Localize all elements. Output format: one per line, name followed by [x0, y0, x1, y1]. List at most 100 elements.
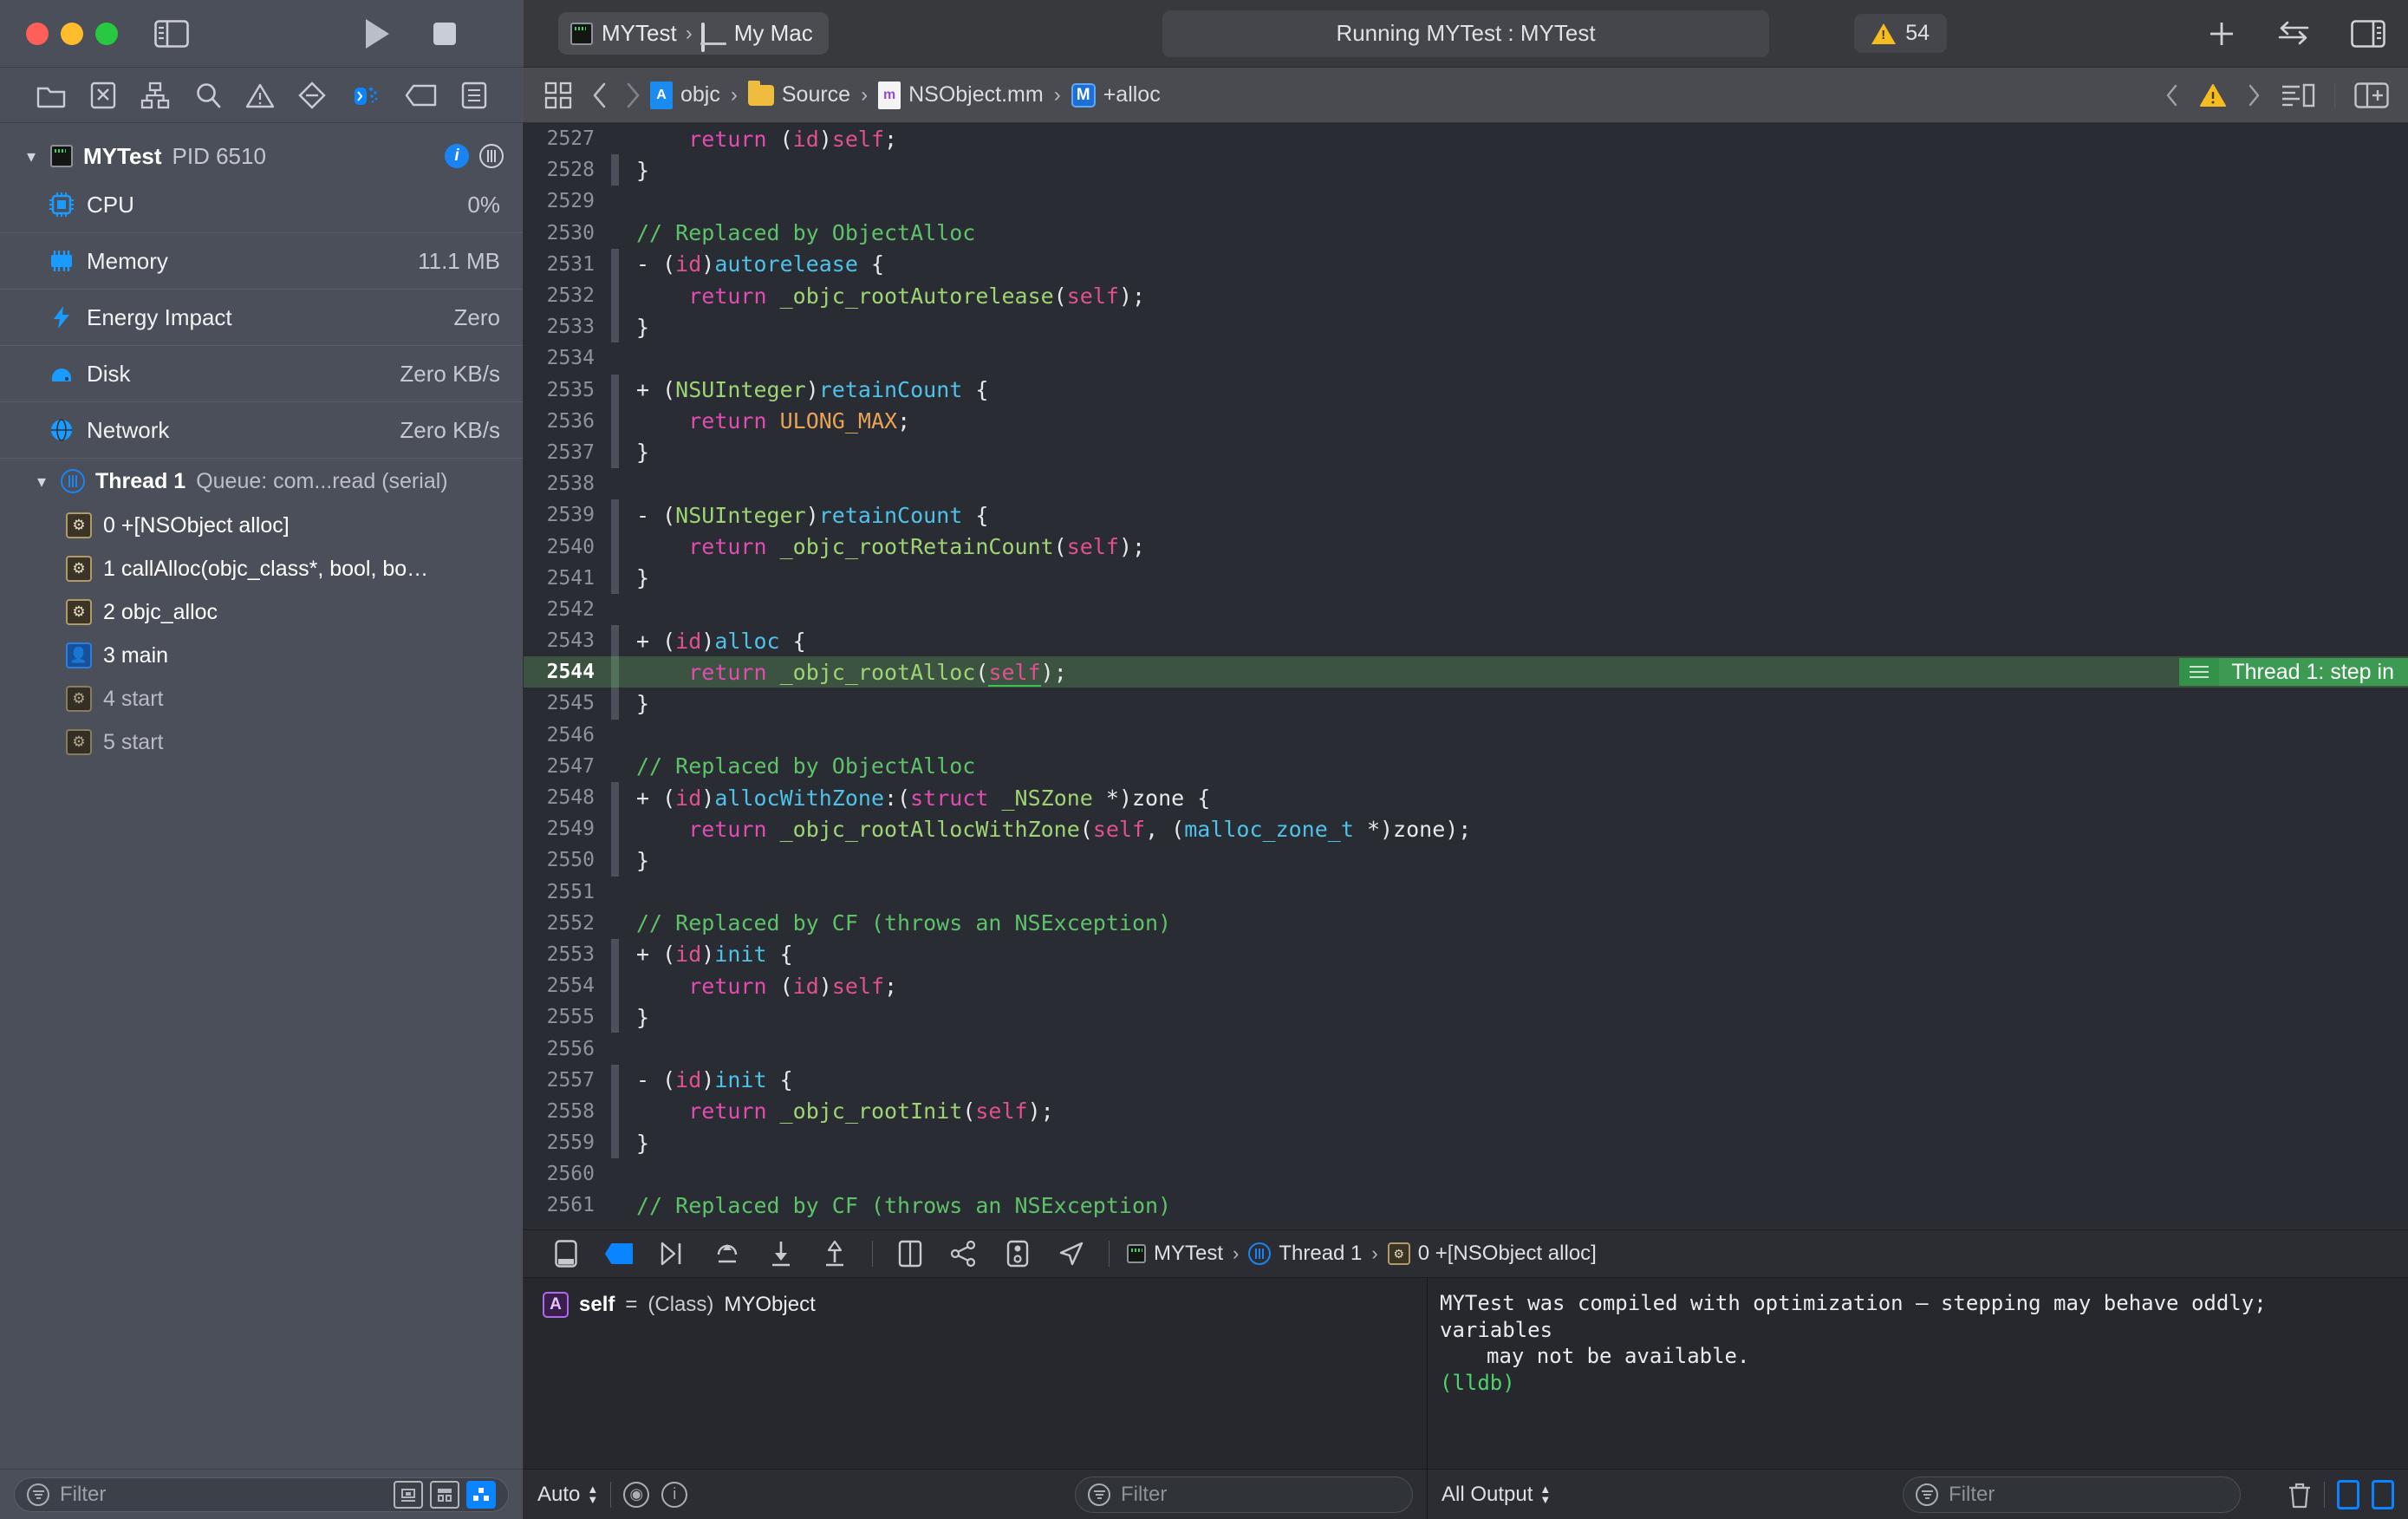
code-line[interactable]: 2547 // Replaced by ObjectAlloc — [524, 751, 2408, 782]
gutter-fold-bar[interactable] — [610, 1190, 621, 1221]
code-line[interactable]: 2538 — [524, 468, 2408, 499]
minimize-window-button[interactable] — [61, 22, 83, 45]
code-line[interactable]: 2536 return ULONG_MAX; — [524, 405, 2408, 438]
gutter-fold-bar[interactable] — [610, 688, 621, 720]
gauge-row-cpu[interactable]: CPU 0% — [0, 177, 523, 233]
eye-icon[interactable]: ◉ — [623, 1481, 650, 1508]
stack-frame-row[interactable]: ⚙ 4 start — [0, 677, 523, 720]
gutter-fold-bar[interactable] — [610, 186, 621, 217]
chevron-down-icon[interactable]: ▾ — [23, 146, 40, 167]
code-line[interactable]: 2556 — [524, 1033, 2408, 1064]
threads-view-icon[interactable] — [479, 144, 504, 168]
view-debugger-icon[interactable] — [883, 1240, 937, 1268]
stack-frame-row[interactable]: ⚙ 0 +[NSObject alloc] — [0, 504, 523, 547]
show-only-crashed-icon[interactable] — [394, 1480, 423, 1509]
trash-icon[interactable] — [2288, 1481, 2312, 1509]
gutter-fold-bar[interactable] — [610, 908, 621, 939]
folder-icon[interactable] — [36, 82, 66, 108]
gutter-fold-bar[interactable] — [610, 248, 621, 281]
add-editor-icon[interactable] — [2354, 81, 2389, 108]
code-line[interactable]: 2539 - (NSUInteger)retainCount { — [524, 499, 2408, 531]
debug-crumb-thread[interactable]: Thread 1 — [1248, 1242, 1362, 1266]
stop-button[interactable] — [432, 21, 458, 47]
process-row[interactable]: ▾ MYTest PID 6510 i — [0, 135, 523, 177]
code-line[interactable]: 2541} — [524, 562, 2408, 595]
gauge-row-network[interactable]: Network Zero KB/s — [0, 402, 523, 459]
previous-issue-button[interactable] — [2164, 83, 2180, 108]
variable-row[interactable]: A self = (Class) MYObject — [543, 1292, 1427, 1318]
swap-icon[interactable] — [2276, 21, 2311, 47]
code-line[interactable]: 2552 // Replaced by CF (throws an NSExcep… — [524, 908, 2408, 939]
code-line[interactable]: 2546 — [524, 720, 2408, 751]
step-over-icon[interactable] — [700, 1241, 754, 1267]
stack-frame-row[interactable]: ⚙ 5 start — [0, 720, 523, 764]
step-out-icon[interactable] — [808, 1240, 862, 1268]
code-line[interactable]: 2559} — [524, 1127, 2408, 1159]
code-line[interactable]: 2548 + (id)allocWithZone:(struct _NSZone … — [524, 781, 2408, 814]
gutter-fold-bar[interactable] — [610, 154, 621, 186]
stack-frame-row[interactable]: ⚙ 1 callAlloc(objc_class*, bool, bo… — [0, 547, 523, 590]
hierarchy-icon[interactable] — [140, 81, 170, 109]
gutter-fold-bar[interactable] — [610, 499, 621, 531]
gutter-fold-bar[interactable] — [610, 436, 621, 469]
code-line[interactable]: 2531 - (id)autorelease { — [524, 248, 2408, 281]
show-console-pane-icon[interactable] — [2372, 1479, 2394, 1509]
scheme-selector[interactable]: MYTest › My Mac — [558, 12, 829, 55]
close-window-button[interactable] — [26, 22, 49, 45]
gutter-fold-bar[interactable] — [610, 1033, 621, 1064]
breadcrumb-item-file[interactable]: m NSObject.mm — [878, 81, 1044, 109]
run-button[interactable] — [362, 17, 392, 50]
code-line[interactable]: 2529 — [524, 186, 2408, 217]
debug-icon[interactable] — [350, 81, 381, 109]
code-line[interactable]: 2532 return _objc_rootAutorelease(self); — [524, 279, 2408, 312]
gutter-fold-bar[interactable] — [610, 311, 621, 343]
continue-icon[interactable] — [647, 1241, 700, 1267]
gauge-row-memory[interactable]: Memory 11.1 MB — [0, 233, 523, 290]
code-line[interactable]: 2557 - (id)init { — [524, 1064, 2408, 1097]
debug-crumb-frame[interactable]: ⚙ 0 +[NSObject alloc] — [1387, 1242, 1597, 1266]
gutter-fold-bar[interactable] — [610, 751, 621, 782]
code-line[interactable]: 2560 — [524, 1158, 2408, 1190]
show-processes-icon[interactable] — [466, 1480, 496, 1509]
gauge-row-energy[interactable]: Energy Impact Zero — [0, 290, 523, 346]
gutter-fold-bar[interactable] — [610, 342, 621, 374]
traffic-lights[interactable] — [0, 22, 118, 45]
chevron-down-icon-thread[interactable]: ▾ — [33, 471, 50, 492]
info-icon[interactable]: i — [661, 1481, 688, 1508]
warning-icon[interactable] — [245, 82, 275, 108]
report-icon[interactable] — [461, 81, 487, 109]
info-icon[interactable]: i — [445, 144, 469, 168]
location-simulate-icon[interactable] — [1045, 1241, 1098, 1267]
breadcrumb-item-method[interactable]: M +alloc — [1071, 82, 1161, 108]
gutter-fold-bar[interactable] — [610, 656, 621, 688]
search-icon[interactable] — [194, 81, 222, 109]
step-into-icon[interactable] — [754, 1240, 808, 1268]
source-editor[interactable]: 2527 return (id)self; 2528} 2529 2530// Rep… — [524, 123, 2408, 1229]
gutter-fold-bar[interactable] — [610, 374, 621, 406]
hide-debug-area-icon[interactable] — [539, 1240, 593, 1268]
code-line[interactable]: 2544 return _objc_rootAlloc(self); Thread… — [524, 656, 2408, 688]
breakpoint-activate-icon[interactable] — [593, 1242, 647, 1265]
test-icon[interactable] — [298, 81, 326, 109]
activity-status-bar[interactable]: Running MYTest : MYTest — [1162, 10, 1769, 57]
breakpoint-icon[interactable] — [405, 83, 438, 108]
console-filter-input[interactable]: Filter — [1903, 1476, 2241, 1513]
go-back-button[interactable] — [591, 81, 609, 109]
gutter-fold-bar[interactable] — [610, 1158, 621, 1190]
console-output-popup[interactable]: All Output ▲ ▼ — [1442, 1483, 1551, 1507]
gutter-fold-bar[interactable] — [610, 562, 621, 595]
gutter-fold-bar[interactable] — [610, 1095, 621, 1128]
issue-warning-icon[interactable] — [2199, 83, 2227, 108]
gutter-fold-bar[interactable] — [610, 405, 621, 438]
show-variables-pane-icon[interactable] — [2337, 1479, 2359, 1509]
gutter-fold-bar[interactable] — [610, 218, 621, 249]
hamburger-icon[interactable] — [2179, 658, 2220, 687]
environment-overrides-icon[interactable] — [991, 1240, 1045, 1268]
go-forward-button[interactable] — [624, 81, 641, 109]
gutter-fold-bar[interactable] — [610, 877, 621, 908]
gutter-fold-bar[interactable] — [610, 938, 621, 971]
inspector-toggle-icon[interactable] — [2351, 19, 2385, 48]
gutter-fold-bar[interactable] — [610, 123, 621, 154]
code-line[interactable]: 2553 + (id)init { — [524, 938, 2408, 971]
variables-list[interactable]: A self = (Class) MYObject — [524, 1278, 1427, 1469]
